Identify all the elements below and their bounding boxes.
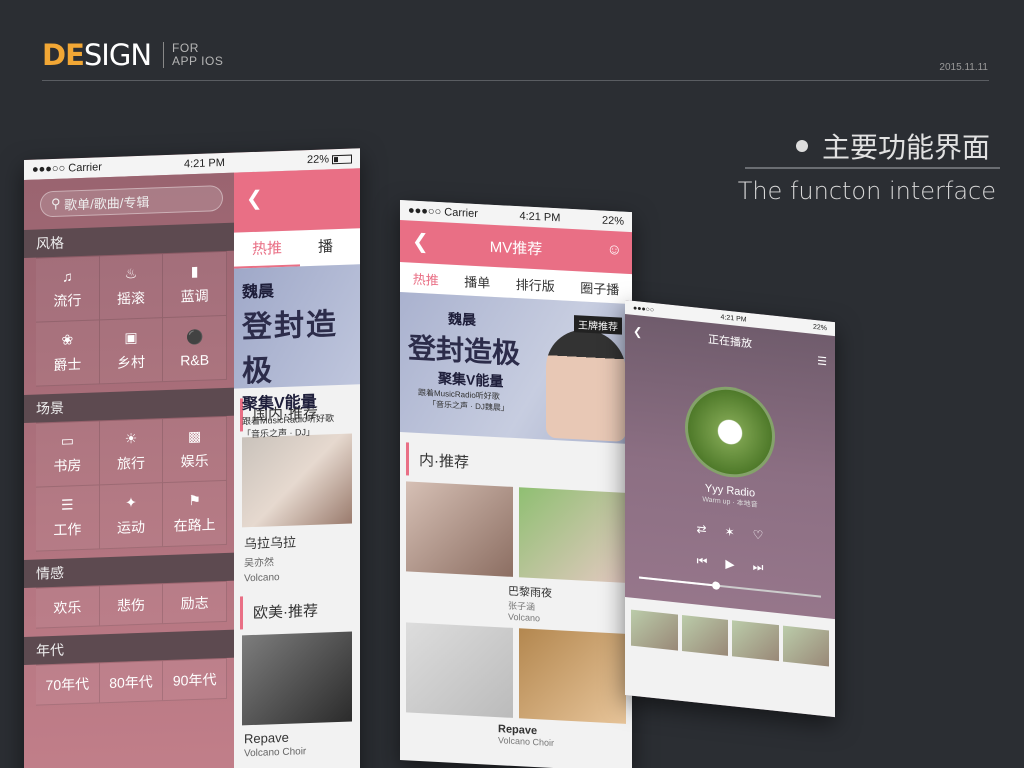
document-icon: ▭ [60, 432, 74, 449]
category-item[interactable]: ♨ 摇滚 [99, 254, 164, 321]
tab-hot[interactable]: 热推 [413, 268, 439, 288]
video-thumb[interactable] [519, 487, 626, 583]
flag-icon: ⚑ [188, 491, 201, 509]
progress-bar[interactable] [639, 576, 821, 598]
thumb[interactable] [681, 614, 728, 656]
player-controls: ⇄ ✶ ♡ [625, 514, 835, 550]
category-item[interactable]: ☰ 工作 [36, 485, 100, 552]
search-icon: ⚲ [51, 195, 65, 212]
play-icon[interactable]: ▶ [725, 557, 734, 573]
category-item[interactable]: ⚑ 在路上 [163, 480, 227, 548]
section-subtitle: The functon interface [737, 177, 996, 205]
logo-wordmark: DESIGN [42, 38, 152, 72]
tab-hot[interactable]: 热推 [234, 230, 301, 269]
recommend-panel: ❮ 热推 播 魏晨 登封造极 聚集V能量 跟着MusicRadio听好歌 「音乐… [234, 168, 360, 768]
monitor-icon: ▩ [188, 427, 202, 445]
thumb[interactable] [732, 620, 779, 662]
heart-icon[interactable]: ♡ [753, 527, 764, 542]
category-item[interactable]: 70年代 [36, 663, 100, 706]
video-thumb[interactable] [519, 628, 626, 724]
page-title: 正在播放 [708, 333, 752, 351]
battery-icon [332, 154, 352, 164]
video-thumb[interactable] [406, 622, 513, 718]
back-icon[interactable]: ❮ [412, 229, 429, 255]
headphones-icon: ♫ [62, 267, 73, 285]
page-title: MV推荐 [489, 238, 543, 258]
tab-playlist[interactable]: 播单 [464, 271, 490, 291]
screen-mv: ●●●○○ Carrier 4:21 PM 22% ❮ MV推荐 ☺ 热推 播单… [400, 200, 632, 768]
screen-player: ●●●○○ 4:21 PM 22% ❮ 正在播放 ☰ Yyy Radio Warm … [625, 300, 835, 718]
category-item[interactable]: ▮ 蓝调 [163, 251, 227, 319]
bird-icon: ✦ [125, 494, 137, 511]
category-item[interactable]: 欢乐 [36, 586, 100, 629]
album-cover[interactable] [242, 631, 352, 726]
category-item[interactable]: ✦ 运动 [99, 483, 164, 550]
tab-playlist[interactable]: 播 [300, 229, 351, 267]
category-item[interactable]: ☀ 旅行 [99, 419, 164, 486]
tab-circle[interactable]: 圈子播 [580, 277, 619, 298]
section-heading: 欧美·推荐 [240, 592, 354, 630]
sun-icon: ☀ [124, 430, 138, 447]
next-icon[interactable]: ⏭ [753, 559, 764, 575]
category-item[interactable]: ♫ 流行 [36, 256, 100, 323]
header-bar: ❮ [234, 168, 360, 233]
progress-knob[interactable] [711, 581, 720, 590]
category-item[interactable]: 80年代 [99, 661, 164, 704]
thumb[interactable] [782, 625, 829, 667]
back-icon[interactable]: ❮ [633, 324, 642, 338]
thumb[interactable] [631, 609, 678, 651]
user-icon[interactable]: ☺ [607, 241, 622, 259]
menu-icon[interactable]: ☰ [817, 354, 827, 368]
album-cover[interactable] [242, 433, 352, 528]
video-thumb[interactable] [406, 481, 513, 577]
screen-category: ●●●○○ Carrier 4:21 PM 22% ⚲ 歌单/歌曲/专辑 风格 … [24, 148, 360, 768]
shuffle-icon[interactable]: ⇄ [697, 522, 707, 537]
category-item[interactable]: ▭ 书房 [36, 421, 100, 488]
search-input[interactable]: ⚲ 歌单/歌曲/专辑 [40, 185, 223, 218]
prev-icon[interactable]: ⏮ [697, 554, 708, 570]
flame-icon: ♨ [124, 265, 138, 282]
back-icon[interactable]: ❮ [246, 186, 263, 212]
banner[interactable]: 魏晨 登封造极 聚集V能量 跟着MusicRadio听好歌 「音乐之声 · DJ… [400, 292, 632, 445]
badge-icon: ❀ [61, 331, 74, 348]
layers-icon: ☰ [61, 496, 74, 513]
artist-photo [546, 327, 626, 442]
mic-icon: ⚫ [185, 328, 204, 346]
bullet-icon [795, 140, 808, 152]
promo-tag: 王牌推荐 [574, 315, 622, 335]
song-label: Volcano [244, 572, 280, 585]
banner[interactable]: 魏晨 登封造极 聚集V能量 跟着MusicRadio听好歌 「音乐之声 · DJ… [234, 264, 360, 439]
category-panel: ⚲ 歌单/歌曲/专辑 风格 ♫ 流行 ♨ 摇滚 ▮ 蓝调 ❀ 爵士 ▣ 乡村 ⚫ R&B 场… [24, 172, 239, 768]
category-item[interactable]: ⚫ R&B [163, 315, 227, 383]
category-item[interactable]: ▣ 乡村 [99, 318, 164, 385]
category-item[interactable]: 悲伤 [99, 584, 164, 627]
date-label: 2015.11.11 [939, 62, 988, 73]
category-item[interactable]: 90年代 [163, 658, 227, 702]
section-divider [745, 167, 1000, 169]
brand-logo: DESIGN FOR APP IOS [42, 38, 223, 72]
category-item[interactable]: ❀ 爵士 [36, 320, 100, 387]
header-divider [42, 80, 989, 81]
category-item[interactable]: 励志 [163, 581, 227, 625]
share-icon[interactable]: ✶ [725, 524, 735, 539]
logo-subtitle: FOR APP IOS [163, 42, 223, 68]
bars-icon: ▮ [190, 262, 199, 280]
album-disc [685, 382, 775, 482]
category-item[interactable]: ▩ 娱乐 [163, 416, 227, 484]
thumb-row [625, 597, 835, 718]
tab-bar: 热推 播 [234, 228, 360, 269]
tab-ranking[interactable]: 排行版 [516, 274, 555, 295]
image-icon: ▣ [124, 329, 138, 346]
section-title: 主要功能界面 [795, 126, 990, 166]
